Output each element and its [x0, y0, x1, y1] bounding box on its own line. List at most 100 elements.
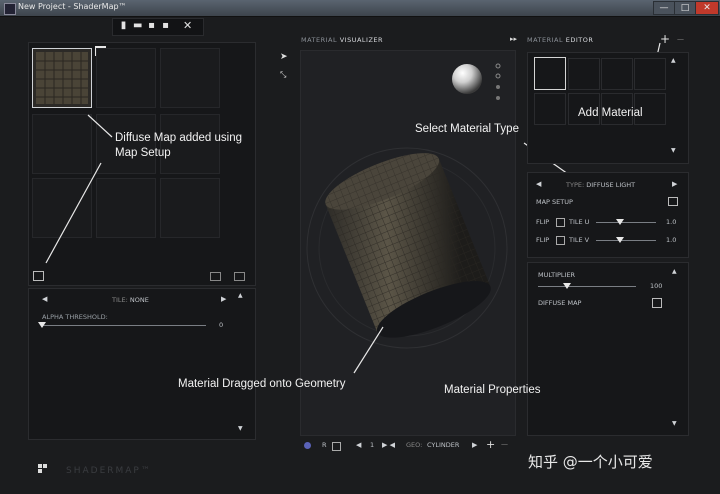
multiplier-label: MULTIPLIER: [538, 271, 576, 279]
tile-u-label: TILE U: [569, 218, 590, 226]
type-label: TYPE:: [566, 181, 585, 189]
alpha-threshold-track[interactable]: [42, 325, 206, 326]
page-number: 1: [370, 441, 375, 449]
brand-wordmark: SHADERMAP™: [66, 466, 152, 476]
window-title: New Project - ShaderMap™: [18, 2, 127, 11]
map-setup-icon[interactable]: [668, 197, 678, 206]
editor-header-bright: EDITOR: [565, 36, 594, 44]
page-prev-arrow[interactable]: ◀: [356, 441, 361, 449]
fast-forward-icon[interactable]: ▸▸: [510, 35, 517, 43]
tile-value: NONE: [129, 296, 149, 304]
r-toggle-label: R: [322, 441, 327, 449]
save-map-icon[interactable]: [234, 272, 245, 281]
material-slot-selected[interactable]: [534, 57, 566, 90]
geo-next-arrow[interactable]: ▶: [472, 441, 477, 449]
visualizer-header: MATERIAL VISUALIZER: [301, 36, 383, 44]
r-toggle-checkbox[interactable]: [332, 442, 341, 451]
flip-v-checkbox[interactable]: [556, 236, 565, 245]
annotation-add-material: Add Material: [578, 107, 643, 119]
geo-value: CYLINDER: [427, 441, 460, 449]
map-slot[interactable]: [160, 178, 220, 238]
minimize-button[interactable]: —: [653, 1, 675, 15]
move-icon[interactable]: ⤡: [280, 70, 286, 80]
type-prev-arrow[interactable]: ◀: [536, 180, 541, 188]
map-slot[interactable]: [32, 178, 92, 238]
alpha-threshold-value: 0: [219, 321, 224, 329]
image-icon[interactable]: [33, 271, 44, 281]
tile-v-value: 1.0: [666, 236, 677, 244]
material-properties-panel: [527, 262, 689, 436]
tile-u-track[interactable]: [596, 222, 656, 223]
alpha-threshold-slider[interactable]: [38, 322, 46, 328]
type-next-arrow[interactable]: ▶: [672, 180, 677, 188]
map-slot[interactable]: [96, 114, 156, 174]
add-material-button[interactable]: +: [660, 32, 670, 46]
tile-prev-arrow[interactable]: ◀: [42, 295, 47, 303]
diffuse-map-icon[interactable]: [652, 298, 662, 308]
multiplier-track[interactable]: [538, 286, 636, 287]
visualizer-header-dim: MATERIAL: [301, 36, 338, 44]
visualizer-bottom-bar: R ◀ 1 ▶ ◀ GEO: CYLINDER ▶ + —: [300, 438, 514, 452]
flip-u-checkbox[interactable]: [556, 218, 565, 227]
annotation-diffuse-line1: Diffuse Map added using: [115, 132, 243, 144]
pointer-icon[interactable]: ➤: [280, 52, 288, 62]
annotation-properties: Material Properties: [444, 384, 541, 396]
maximize-button[interactable]: □: [674, 1, 696, 15]
props-scroll-up[interactable]: ▲: [672, 268, 677, 275]
scroll-down-arrow[interactable]: ▼: [238, 425, 243, 432]
annotation-select-type: Select Material Type: [415, 123, 519, 135]
type-value: DIFFUSE LIGHT: [586, 181, 636, 189]
visualizer-header-bright: VISUALIZER: [339, 36, 384, 44]
close-button[interactable]: ✕: [695, 1, 719, 15]
map-slot-diffuse[interactable]: [32, 48, 92, 108]
tile-u-slider[interactable]: [616, 219, 624, 225]
diffuse-map-label: DIFFUSE MAP: [538, 299, 582, 307]
tile-v-slider[interactable]: [616, 237, 624, 243]
annotation-dragged: Material Dragged onto Geometry: [178, 378, 346, 390]
watermark: 知乎 @一个小可爱: [528, 453, 653, 471]
flip-u-label: FLIP: [536, 218, 550, 226]
editor-header: MATERIAL EDITOR: [527, 36, 593, 44]
open-folder-icon[interactable]: ▬: [133, 21, 142, 31]
map-properties-panel: [28, 288, 256, 440]
material-slot[interactable]: [634, 58, 666, 90]
geo-prev-arrow[interactable]: ▶ ◀: [382, 441, 395, 449]
tile-row: TILE: NONE: [112, 296, 149, 304]
new-file-icon[interactable]: ▮: [119, 21, 128, 31]
material-slot[interactable]: [568, 58, 600, 90]
remove-geometry-button[interactable]: —: [501, 440, 508, 448]
tile-next-arrow[interactable]: ▶: [221, 295, 226, 303]
scroll-up-arrow[interactable]: ▲: [238, 292, 243, 299]
editor-header-dim: MATERIAL: [527, 36, 564, 44]
tile-label: TILE:: [112, 296, 128, 304]
slots-scroll-down[interactable]: ▼: [671, 147, 676, 154]
map-slot[interactable]: [160, 114, 220, 174]
multiplier-slider[interactable]: [563, 283, 572, 289]
main-toolbar: ▮ ▬ ▪ ▪ ✕: [112, 18, 204, 36]
save-icon[interactable]: ▪: [147, 21, 156, 31]
tile-u-value: 1.0: [666, 218, 677, 226]
remove-material-button[interactable]: —: [677, 35, 684, 43]
app-icon: [4, 3, 16, 15]
add-geometry-button[interactable]: +: [486, 438, 495, 451]
flip-v-label: FLIP: [536, 236, 550, 244]
material-slot[interactable]: [601, 58, 633, 90]
tile-v-label: TILE V: [569, 236, 590, 244]
props-scroll-down[interactable]: ▼: [672, 420, 677, 427]
tools-icon[interactable]: ✕: [183, 20, 192, 31]
map-slot[interactable]: [32, 114, 92, 174]
material-slot[interactable]: [534, 93, 566, 125]
map-slot[interactable]: [96, 178, 156, 238]
material-ball-icon[interactable]: [304, 442, 311, 449]
folder-icon[interactable]: [210, 272, 221, 281]
type-row: TYPE: DIFFUSE LIGHT: [566, 181, 635, 189]
save-as-icon[interactable]: ▪: [161, 21, 170, 31]
tile-v-track[interactable]: [596, 240, 656, 241]
geo-label: GEO:: [406, 441, 423, 449]
map-slot[interactable]: [160, 48, 220, 108]
slots-scroll-up[interactable]: ▲: [671, 57, 676, 64]
alpha-threshold-label: ALPHA THRESHOLD:: [42, 313, 108, 321]
map-slot[interactable]: [96, 48, 156, 108]
diffuse-map-thumbnail: [36, 52, 88, 104]
map-setup-label: MAP SETUP: [536, 198, 573, 206]
